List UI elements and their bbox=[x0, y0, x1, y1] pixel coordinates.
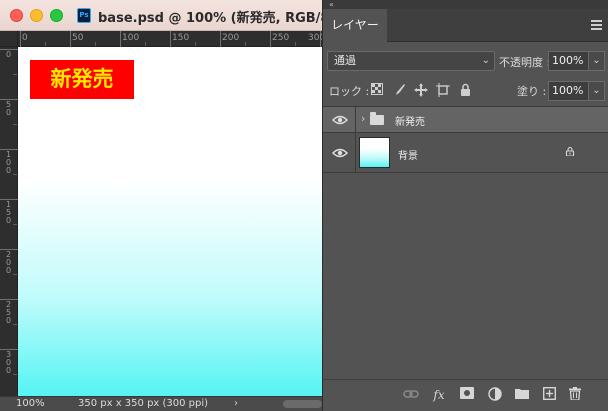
blend-mode-value: 通過 bbox=[334, 54, 356, 67]
ruler-minor-tick bbox=[295, 42, 296, 46]
link-layers-icon[interactable] bbox=[403, 387, 419, 403]
layer-thumbnail[interactable] bbox=[359, 137, 390, 168]
document-titlebar: Ps base.psd @ 100% (新発売, RGB/8) bbox=[0, 0, 335, 31]
ruler-minor-tick bbox=[13, 224, 17, 225]
delete-layer-trash-icon[interactable] bbox=[567, 387, 583, 403]
layer-row-background[interactable]: 背景 bbox=[323, 133, 608, 173]
ruler-minor-tick bbox=[13, 74, 17, 75]
ruler-label: 50 bbox=[72, 33, 84, 43]
folder-icon bbox=[370, 112, 384, 125]
ruler-minor-tick bbox=[13, 324, 17, 325]
lock-transparent-pixels-icon[interactable] bbox=[369, 83, 385, 99]
zoom-level[interactable]: 100% bbox=[16, 398, 45, 409]
status-bar: 100% 350 px x 350 px (300 ppi) › bbox=[0, 396, 322, 411]
panel-tabbar: レイヤー bbox=[323, 9, 608, 42]
ruler-tick bbox=[170, 31, 171, 47]
ruler-label: 200 bbox=[222, 33, 240, 43]
new-layer-icon[interactable] bbox=[541, 386, 557, 403]
lock-all-icon[interactable] bbox=[457, 83, 473, 99]
horizontal-scrollbar[interactable] bbox=[283, 400, 322, 408]
horizontal-ruler[interactable]: 0 50 100 150 200 250 300 bbox=[18, 31, 325, 47]
ruler-label: 200 bbox=[6, 250, 12, 275]
opacity-input[interactable]: 100% bbox=[548, 51, 589, 71]
ruler-minor-tick bbox=[145, 42, 146, 46]
panel-header-strip: « bbox=[323, 0, 608, 9]
ruler-minor-tick bbox=[245, 42, 246, 46]
zoom-window-button[interactable] bbox=[50, 9, 63, 22]
ruler-label: 50 bbox=[6, 100, 12, 117]
status-menu-arrow[interactable]: › bbox=[234, 398, 238, 409]
vertical-ruler[interactable]: 0 50 100 150 200 250 300 bbox=[0, 47, 18, 396]
ruler-label: 0 bbox=[6, 50, 12, 59]
ruler-origin[interactable] bbox=[0, 31, 18, 47]
ruler-tick bbox=[20, 31, 21, 47]
ruler-label: 300 bbox=[6, 350, 12, 375]
fill-label: 塗り : bbox=[517, 85, 547, 98]
ruler-tick bbox=[120, 31, 121, 47]
lock-fill-row: ロック : 塗り : 100% ⌄ bbox=[323, 80, 608, 102]
ruler-minor-tick bbox=[13, 124, 17, 125]
opacity-dropdown-button[interactable]: ⌄ bbox=[589, 51, 605, 71]
document-info: 350 px x 350 px (300 ppi) bbox=[78, 398, 209, 409]
ruler-minor-tick bbox=[195, 42, 196, 46]
tab-layers[interactable]: レイヤー bbox=[323, 9, 387, 42]
chevron-down-icon: ⌄ bbox=[481, 55, 490, 66]
minimize-window-button[interactable] bbox=[30, 9, 43, 22]
ruler-label: 100 bbox=[6, 150, 12, 175]
lock-position-icon[interactable] bbox=[413, 83, 429, 99]
blend-opacity-row: 通過 ⌄ 不透明度 : 100% ⌄ bbox=[323, 50, 608, 72]
eye-icon[interactable] bbox=[332, 115, 348, 125]
ruler-tick bbox=[220, 31, 221, 47]
lock-label: ロック : bbox=[329, 85, 370, 98]
ruler-label: 250 bbox=[6, 300, 12, 325]
panel-menu-icon[interactable] bbox=[591, 20, 602, 30]
blend-mode-select[interactable]: 通過 ⌄ bbox=[327, 51, 495, 71]
eye-icon[interactable] bbox=[332, 148, 348, 158]
layer-row-group[interactable]: › 新発売 bbox=[323, 107, 608, 133]
close-window-button[interactable] bbox=[10, 9, 23, 22]
new-group-folder-icon[interactable] bbox=[514, 387, 530, 403]
ruler-label: 0 bbox=[22, 33, 28, 43]
layer-name[interactable]: 背景 bbox=[398, 147, 418, 162]
document-canvas[interactable]: 新発売 bbox=[18, 47, 322, 396]
artboard-autonest-icon[interactable] bbox=[435, 83, 451, 99]
ruler-label: 100 bbox=[122, 33, 140, 43]
layer-style-fx-icon[interactable]: fx bbox=[431, 387, 447, 403]
ruler-minor-tick bbox=[13, 174, 17, 175]
collapse-panel-icon[interactable]: « bbox=[329, 0, 334, 9]
document-window: Ps base.psd @ 100% (新発売, RGB/8) 0 50 100… bbox=[0, 0, 335, 411]
ruler-label: 250 bbox=[272, 33, 290, 43]
ruler-minor-tick bbox=[13, 274, 17, 275]
fill-dropdown-button[interactable]: ⌄ bbox=[589, 81, 605, 101]
ruler-minor-tick bbox=[95, 42, 96, 46]
ruler-minor-tick bbox=[13, 374, 17, 375]
lock-icon bbox=[565, 147, 575, 156]
layer-name[interactable]: 新発売 bbox=[395, 113, 425, 128]
fill-input[interactable]: 100% bbox=[548, 81, 589, 101]
ruler-tick bbox=[70, 31, 71, 47]
photoshop-file-icon: Ps bbox=[77, 8, 91, 23]
layers-footer-toolbar: fx bbox=[323, 379, 608, 411]
ruler-tick bbox=[270, 31, 271, 47]
opacity-label: 不透明度 : bbox=[499, 56, 551, 69]
ruler-label: 150 bbox=[6, 200, 12, 225]
adjustment-layer-icon[interactable] bbox=[487, 387, 503, 403]
ruler-label: 150 bbox=[172, 33, 190, 43]
document-title: base.psd @ 100% (新発売, RGB/8) bbox=[98, 11, 336, 26]
add-mask-icon[interactable] bbox=[459, 387, 475, 403]
new-release-text-layer[interactable]: 新発売 bbox=[30, 60, 134, 99]
ruler-minor-tick bbox=[45, 42, 46, 46]
lock-image-pixels-icon[interactable] bbox=[391, 83, 407, 99]
disclosure-arrow-icon[interactable]: › bbox=[361, 112, 365, 125]
layers-panel: « レイヤー 通過 ⌄ 不透明度 : 100% ⌄ ロック : 塗り : 100… bbox=[322, 0, 608, 411]
